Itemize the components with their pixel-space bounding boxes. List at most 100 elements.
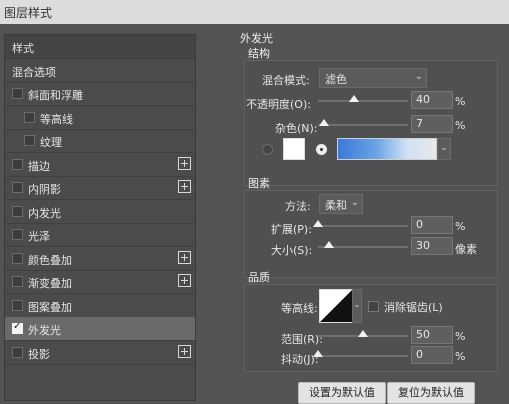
structure-title: 结构: [248, 47, 270, 60]
size-slider-thumb[interactable]: [324, 241, 334, 248]
noise-unit: %: [455, 119, 466, 132]
style-item-label: 外发光: [28, 324, 61, 337]
style-item[interactable]: 渐变叠加: [5, 270, 195, 294]
size-label: 大小(S):: [271, 244, 313, 257]
style-item[interactable]: 投影: [5, 341, 195, 365]
style-item-label: 图案叠加: [28, 301, 72, 314]
size-unit: 像素: [455, 243, 477, 256]
method-select[interactable]: 柔和 ⌄: [319, 194, 363, 214]
antialias-label: 消除锯齿(L): [384, 301, 443, 314]
panel-title: 外发光: [240, 32, 273, 45]
spread-label: 扩展(P):: [271, 223, 312, 236]
add-style-plus-icon[interactable]: [178, 345, 191, 358]
style-item[interactable]: 颜色叠加: [5, 247, 195, 271]
add-style-plus-icon[interactable]: [178, 180, 191, 193]
style-item[interactable]: 描边: [5, 153, 195, 177]
style-item-label: 光泽: [28, 230, 50, 243]
range-label: 范围(R):: [281, 333, 323, 346]
size-input[interactable]: 30: [411, 237, 453, 255]
style-item-label: 斜面和浮雕: [28, 89, 83, 102]
elements-title: 图素: [248, 177, 270, 190]
style-item[interactable]: 混合选项: [5, 59, 195, 83]
jitter-slider[interactable]: [318, 355, 408, 357]
color-radio[interactable]: [262, 144, 273, 155]
blend-mode-select[interactable]: 滤色 ⌄: [319, 68, 427, 88]
blend-mode-label: 混合模式:: [262, 74, 310, 87]
styles-header[interactable]: 样式: [5, 35, 195, 59]
jitter-unit: %: [455, 350, 466, 363]
glow-color-swatch[interactable]: [283, 138, 305, 160]
style-item-checkbox[interactable]: [12, 229, 23, 240]
style-item[interactable]: 等高线: [5, 106, 195, 130]
style-item[interactable]: 斜面和浮雕: [5, 82, 195, 106]
style-item[interactable]: 图案叠加: [5, 294, 195, 318]
reset-default-button[interactable]: 复位为默认值: [387, 382, 475, 404]
style-item[interactable]: 内发光: [5, 200, 195, 224]
noise-value: 7: [416, 117, 423, 130]
style-item[interactable]: 内阴影: [5, 176, 195, 200]
opacity-slider-thumb[interactable]: [349, 95, 359, 102]
style-item[interactable]: 外发光: [5, 317, 195, 341]
style-item-checkbox[interactable]: [12, 347, 23, 358]
method-label: 方法:: [285, 200, 311, 213]
contour-picker[interactable]: [319, 289, 353, 323]
style-item-label: 渐变叠加: [28, 277, 72, 290]
chevron-down-icon: ⌄: [350, 197, 359, 208]
range-slider-thumb[interactable]: [358, 330, 368, 337]
style-item-label: 描边: [28, 160, 50, 173]
style-item-checkbox[interactable]: [12, 88, 23, 99]
jitter-value: 0: [416, 348, 423, 361]
style-item-checkbox[interactable]: [12, 253, 23, 264]
style-item-checkbox[interactable]: [24, 135, 35, 146]
contour-curve-icon: [320, 290, 352, 322]
opacity-slider[interactable]: [318, 100, 408, 102]
style-item-checkbox[interactable]: [24, 112, 35, 123]
add-style-plus-icon[interactable]: [178, 157, 191, 170]
style-item-checkbox[interactable]: [12, 182, 23, 193]
opacity-input[interactable]: 40: [411, 91, 453, 109]
noise-input[interactable]: 7: [411, 115, 453, 133]
style-item-label: 纹理: [40, 136, 62, 149]
set-default-button[interactable]: 设置为默认值: [298, 382, 386, 404]
noise-slider-thumb[interactable]: [319, 119, 329, 126]
chevron-down-icon: ⌄: [414, 71, 423, 82]
window-title: 图层样式: [4, 6, 53, 20]
style-item[interactable]: 纹理: [5, 129, 195, 153]
opacity-value: 40: [416, 93, 430, 106]
quality-title: 品质: [248, 271, 270, 284]
add-style-plus-icon[interactable]: [178, 274, 191, 287]
style-item-checkbox[interactable]: [12, 276, 23, 287]
chevron-down-icon[interactable]: ⌄: [352, 289, 362, 323]
antialias-checkbox[interactable]: [368, 301, 379, 312]
style-item-checkbox[interactable]: [12, 159, 23, 170]
spread-slider-thumb[interactable]: [313, 220, 323, 227]
jitter-input[interactable]: 0: [411, 346, 453, 364]
method-value: 柔和: [325, 199, 347, 212]
spread-unit: %: [455, 220, 466, 233]
blend-mode-value: 滤色: [325, 73, 347, 86]
range-input[interactable]: 50: [411, 326, 453, 344]
styles-header-label: 样式: [12, 42, 34, 55]
style-item[interactable]: 光泽: [5, 223, 195, 247]
spread-slider[interactable]: [318, 225, 408, 227]
range-value: 50: [416, 328, 430, 341]
style-item-label: 内阴影: [28, 183, 61, 196]
gradient-radio[interactable]: [316, 144, 327, 155]
noise-slider[interactable]: [318, 124, 408, 126]
size-value: 30: [416, 239, 430, 252]
chevron-down-icon[interactable]: ⌄: [437, 138, 451, 160]
style-item-checkbox[interactable]: [12, 206, 23, 217]
style-item-label: 混合选项: [12, 66, 56, 79]
opacity-unit: %: [455, 95, 466, 108]
glow-gradient-picker[interactable]: [337, 138, 437, 160]
spread-input[interactable]: 0: [411, 216, 453, 234]
opacity-label: 不透明度(O):: [246, 98, 311, 111]
style-item-label: 等高线: [40, 113, 73, 126]
title-bar: 图层样式: [0, 0, 509, 24]
jitter-slider-thumb[interactable]: [313, 350, 323, 357]
add-style-plus-icon[interactable]: [178, 251, 191, 264]
style-item-checkbox[interactable]: [12, 300, 23, 311]
noise-label: 杂色(N):: [275, 122, 318, 135]
style-item-label: 内发光: [28, 207, 61, 220]
style-item-checkbox[interactable]: [12, 321, 23, 334]
